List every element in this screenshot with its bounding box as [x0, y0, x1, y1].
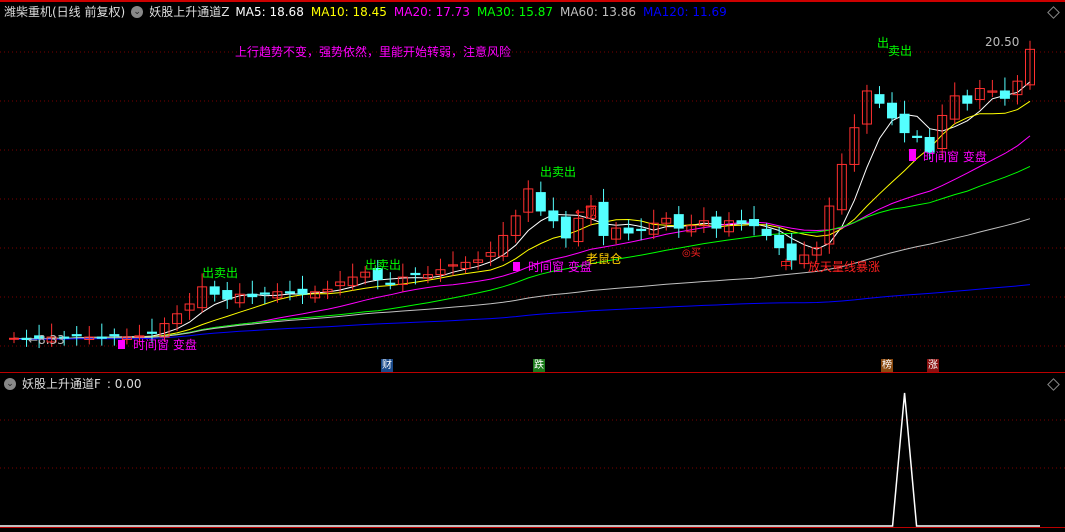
ma120-line — [13, 284, 1031, 340]
time-window-label: 时间窗 变盘 — [909, 148, 987, 165]
indicator-f-line — [0, 392, 1040, 527]
candle-body — [623, 227, 634, 234]
sub-panel-header: ⌄ 妖股上升通道F : 0.00 — [4, 375, 141, 392]
buy-signal: ◎买 — [682, 248, 701, 259]
ma-legend-item: MA5: 18.68 — [235, 4, 304, 19]
candle-body — [887, 102, 898, 119]
candle-body — [71, 334, 82, 337]
candle-body — [636, 228, 647, 232]
stock-name: 潍柴重机(日线 前复权) — [4, 5, 126, 19]
mid-label: 中 — [780, 258, 793, 272]
candle-body — [711, 216, 722, 229]
sell-signal: 卖出 — [888, 44, 913, 58]
candle-body — [222, 290, 233, 300]
high-price-label: 20.50 — [985, 35, 1020, 49]
time-window-text: 时间窗 变盘 — [923, 150, 987, 164]
ma60-line — [13, 218, 1031, 340]
chart-header: 潍柴重机(日线 前复权) ⌄ 妖股上升通道Z MA5: 18.68 MA10: 1… — [4, 3, 727, 20]
ma-legend: MA5: 18.68 MA10: 18.45 MA20: 17.73 MA30: 15… — [235, 5, 726, 19]
candle-body — [999, 90, 1010, 99]
sub-indicator-value: : 0.00 — [106, 376, 142, 391]
candle-body — [9, 337, 19, 340]
ma-legend-item: MA120: 11.69 — [643, 4, 727, 19]
chevron-down-icon[interactable]: ⌄ — [4, 377, 16, 390]
ma10-line — [13, 100, 1031, 340]
event-tag-rank[interactable]: 榜 — [881, 359, 893, 372]
indicator-name[interactable]: 妖股上升通道Z — [149, 3, 229, 20]
ma-legend-item: MA30: 15.87 — [476, 4, 553, 19]
rat-position-label: 老鼠仓 — [586, 252, 623, 266]
candle-body — [385, 282, 396, 285]
ma-legend-item: MA60: 13.86 — [559, 4, 637, 19]
candle-body — [598, 201, 609, 236]
candle-body — [749, 219, 760, 227]
ma-legend-item: MA10: 18.45 — [310, 4, 387, 19]
candle-body — [673, 214, 684, 229]
top-marker: ←顶 — [575, 205, 598, 219]
event-tag-finance[interactable]: 财 — [381, 359, 393, 372]
candle-body — [560, 216, 571, 239]
candle-body — [284, 291, 295, 294]
ma30-line — [13, 165, 1031, 340]
low-price-label: ←8.33 — [28, 333, 65, 347]
candle-body — [535, 192, 546, 212]
candle-body — [912, 135, 923, 138]
event-tag-drop[interactable]: 跌 — [533, 359, 545, 372]
candle-body — [736, 220, 747, 224]
candle-body — [146, 331, 157, 334]
time-window-text: 时间窗 变盘 — [528, 260, 592, 274]
candle-body — [761, 228, 772, 236]
candle-body — [548, 210, 559, 222]
candle-body — [209, 286, 220, 295]
time-window-text: 时间窗 变盘 — [133, 338, 197, 352]
candle-body — [899, 113, 910, 134]
ma-legend-item: MA20: 17.73 — [393, 4, 470, 19]
candle-body — [874, 94, 885, 104]
time-window-label: 时间窗 变盘 — [513, 258, 592, 275]
panel-divider[interactable] — [0, 372, 1065, 373]
breakout-label: 放天量线暴涨 — [808, 260, 881, 274]
warning-text: 上行趋势不变，强势依然，里能开始转弱，注意风险 — [235, 45, 512, 59]
bottom-border — [0, 527, 1065, 528]
candle-body — [96, 336, 107, 339]
candle-body — [259, 292, 270, 295]
sell-signal: 出卖出 — [540, 165, 577, 179]
chevron-down-icon[interactable]: ⌄ — [131, 5, 144, 18]
candle-body — [297, 288, 308, 295]
sell-signal: 出卖出 — [202, 266, 239, 280]
sub-indicator-name[interactable]: 妖股上升通道F — [22, 375, 101, 392]
event-tag-rise[interactable]: 涨 — [927, 359, 939, 372]
sell-signal: 出卖出 — [365, 258, 402, 272]
candle-body — [247, 293, 258, 298]
candle-body — [774, 234, 785, 249]
candle-body — [410, 272, 421, 276]
candle-body — [962, 95, 973, 104]
time-window-label: 时间窗 变盘 — [118, 336, 197, 353]
